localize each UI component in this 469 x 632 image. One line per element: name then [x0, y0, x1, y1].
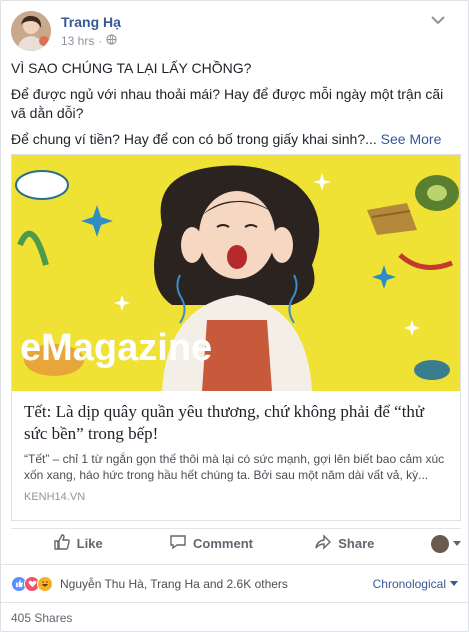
comment-label: Comment — [193, 536, 253, 551]
like-label: Like — [76, 536, 103, 551]
post-card: Trang Hạ 13 hrs · VÌ SAO CHÚNG TA LẠI LẤ… — [0, 0, 469, 632]
post-meta: 13 hrs · — [61, 34, 117, 48]
shares-label: 405 Shares — [11, 610, 73, 625]
see-more-link[interactable]: See More — [381, 131, 442, 147]
post-text-line-3: Để chung ví tiền? Hay để con có bố trong… — [11, 131, 442, 147]
caret-down-icon — [450, 581, 458, 586]
chevron-down-icon[interactable] — [429, 13, 447, 27]
post-header: Trang Hạ 13 hrs · — [11, 11, 451, 53]
emagazine-brand: eMagazine — [20, 327, 212, 369]
share-label: Share — [338, 536, 375, 551]
link-preview-image[interactable]: eMagazine — [12, 155, 460, 391]
like-button[interactable]: Like — [11, 529, 144, 559]
post-as-selector[interactable] — [411, 534, 461, 553]
link-preview-body[interactable]: Tết: Là dịp quây quần yêu thương, chứ kh… — [12, 391, 460, 513]
post-time[interactable]: 13 hrs — [61, 34, 94, 48]
comment-button[interactable]: Comment — [144, 529, 277, 559]
post-text-line-1: VÌ SAO CHÚNG TA LẠI LẤY CHỒNG? — [11, 60, 252, 76]
post-text: VÌ SAO CHÚNG TA LẠI LẤY CHỒNG? Để được n… — [11, 59, 461, 156]
author-avatar[interactable] — [11, 11, 51, 51]
share-button[interactable]: Share — [278, 529, 411, 559]
comment-icon — [169, 533, 187, 554]
haha-reaction-icon — [37, 575, 53, 592]
link-preview[interactable]: eMagazine Tết: Là dịp quây quần yêu thươ… — [11, 154, 461, 521]
comment-sort-label: Chronological — [372, 576, 446, 591]
link-domain: KENH14.VN — [24, 491, 86, 503]
link-description: “Tết” – chỉ 1 từ ngắn gọn thế thôi mà lạ… — [24, 452, 445, 482]
author-name[interactable]: Trang Hạ — [61, 14, 121, 30]
share-icon — [314, 533, 332, 554]
caret-down-icon — [452, 541, 461, 546]
reaction-names[interactable]: Nguyễn Thu Hà, Trang Ha and 2.6K others — [60, 577, 373, 591]
globe-icon[interactable] — [106, 34, 117, 48]
link-title[interactable]: Tết: Là dịp quây quần yêu thương, chứ kh… — [24, 401, 448, 445]
viewer-avatar — [430, 534, 449, 553]
meta-separator: · — [98, 34, 103, 48]
shares-count[interactable]: 405 Shares — [1, 602, 468, 632]
post-text-line-2: Để được ngủ với nhau thoải mái? Hay để đ… — [11, 86, 444, 121]
reactions-bar: Nguyễn Thu Hà, Trang Ha and 2.6K others … — [1, 564, 468, 602]
comment-sort-dropdown[interactable]: Chronological — [373, 577, 458, 591]
reaction-icons[interactable] — [11, 575, 53, 592]
post-actions: Like Comment Share — [11, 528, 461, 558]
thumbs-up-icon — [53, 533, 71, 554]
